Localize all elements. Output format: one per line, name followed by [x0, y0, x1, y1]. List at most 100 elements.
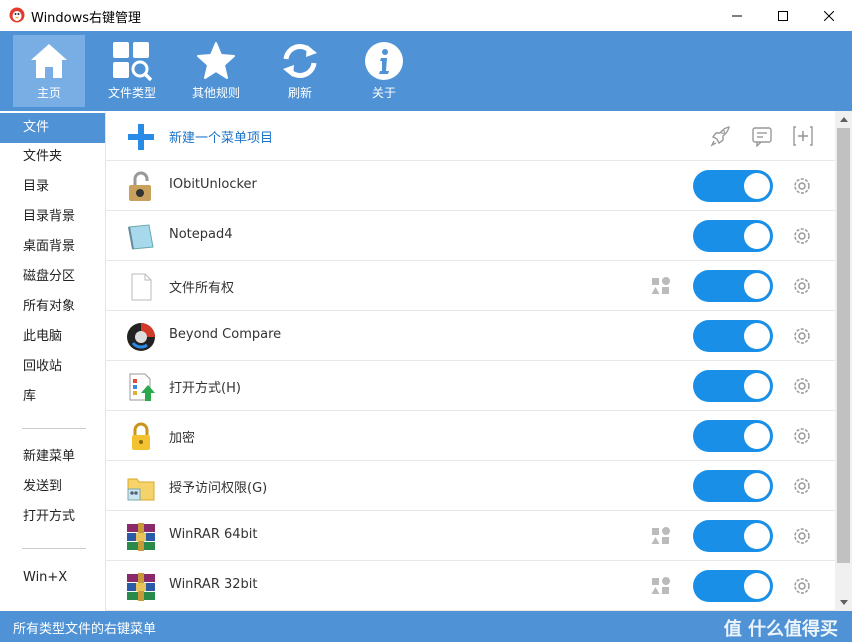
enable-toggle[interactable]	[693, 570, 773, 602]
menu-item-label: IObitUnlocker	[169, 177, 257, 192]
maximize-icon	[778, 10, 788, 21]
window-title: Windows右键管理	[31, 11, 142, 26]
sidebar-divider	[22, 428, 86, 429]
close-button[interactable]	[806, 0, 852, 31]
menu-item-row: WinRAR 64bit	[106, 511, 835, 561]
notepad-icon	[128, 224, 154, 250]
menu-item-label: WinRAR 32bit	[169, 577, 258, 592]
sidebar-item-this-pc[interactable]: 此电脑	[0, 322, 105, 352]
rocket-icon[interactable]	[709, 125, 731, 147]
enable-toggle[interactable]	[693, 170, 773, 202]
beyond-compare-icon	[127, 323, 155, 351]
menu-item-row: Beyond Compare	[106, 311, 835, 361]
vertical-scrollbar[interactable]	[835, 111, 852, 611]
star-icon	[197, 42, 235, 79]
share-access-icon	[127, 478, 155, 501]
shapes-icon	[651, 577, 670, 594]
menu-item-label: Notepad4	[169, 227, 233, 242]
toolbar: 主页 文件类型 其他规则 刷新 关于	[0, 31, 852, 111]
tool-about-label: 关于	[371, 86, 396, 100]
gear-icon[interactable]	[792, 476, 812, 496]
menu-item-row: 加密	[106, 411, 835, 461]
menu-item-label: 授予访问权限(G)	[169, 481, 268, 496]
sidebar-item-recycle-bin[interactable]: 回收站	[0, 352, 105, 382]
tool-home-label: 主页	[36, 86, 61, 100]
refresh-icon	[283, 44, 317, 78]
menu-item-label: 文件所有权	[169, 281, 235, 296]
app-logo-icon	[9, 7, 25, 23]
enable-toggle[interactable]	[693, 320, 773, 352]
sidebar-item-file[interactable]: 文件	[0, 113, 105, 143]
winrar-icon	[127, 573, 155, 601]
enable-toggle[interactable]	[693, 370, 773, 402]
menu-item-row: IObitUnlocker	[106, 161, 835, 211]
blank-file-icon	[131, 273, 152, 301]
winrar-icon	[127, 523, 155, 551]
enable-toggle[interactable]	[693, 220, 773, 252]
gear-icon[interactable]	[792, 376, 812, 396]
minimize-button[interactable]	[714, 0, 760, 31]
menu-item-row: 打开方式(H)	[106, 361, 835, 411]
open-with-icon	[129, 373, 155, 401]
sidebar: 文件 文件夹 目录 目录背景 桌面背景 磁盘分区 所有对象 此电脑 回收站 库 …	[0, 111, 106, 611]
plus-icon	[128, 124, 154, 150]
gear-icon[interactable]	[792, 526, 812, 546]
sidebar-item-all-objects[interactable]: 所有对象	[0, 292, 105, 322]
gear-icon[interactable]	[792, 226, 812, 246]
menu-item-label: Beyond Compare	[169, 327, 282, 342]
gear-icon[interactable]	[792, 176, 812, 196]
app-window: Windows右键管理 主页 文件类型 其他规则 刷新 关于 文件 文件夹 目录…	[0, 0, 852, 642]
minimize-icon	[732, 15, 742, 16]
enable-toggle[interactable]	[693, 270, 773, 302]
tool-about[interactable]: 关于	[348, 35, 420, 107]
menu-item-row: 授予访问权限(G)	[106, 461, 835, 511]
sidebar-item-directory-bg[interactable]: 目录背景	[0, 202, 105, 232]
watermark: 值 什么值得买	[723, 619, 838, 640]
padlock-icon	[132, 422, 150, 450]
tool-home[interactable]: 主页	[13, 35, 85, 107]
maximize-button[interactable]	[760, 0, 806, 31]
sidebar-item-drive[interactable]: 磁盘分区	[0, 262, 105, 292]
new-menu-item-row[interactable]: 新建一个菜单项目	[106, 111, 835, 161]
tool-refresh-label: 刷新	[287, 86, 312, 100]
close-icon	[824, 10, 834, 21]
info-icon	[365, 42, 403, 80]
menu-item-label: 打开方式(H)	[169, 381, 241, 396]
sidebar-item-library[interactable]: 库	[0, 382, 105, 412]
tool-other-rules[interactable]: 其他规则	[180, 35, 252, 107]
home-icon	[31, 44, 67, 78]
scroll-down-icon[interactable]	[835, 594, 852, 611]
shapes-icon	[651, 277, 670, 294]
sidebar-item-desktop-bg[interactable]: 桌面背景	[0, 232, 105, 262]
enable-toggle[interactable]	[693, 520, 773, 552]
sidebar-item-send-to[interactable]: 发送到	[0, 472, 105, 502]
sidebar-item-directory[interactable]: 目录	[0, 172, 105, 202]
tool-file-types-label: 文件类型	[107, 86, 156, 100]
sidebar-divider	[22, 548, 86, 549]
enable-toggle[interactable]	[693, 420, 773, 452]
sidebar-item-winx[interactable]: Win+X	[0, 563, 105, 593]
status-text: 所有类型文件的右键菜单	[13, 622, 157, 637]
gear-icon[interactable]	[792, 576, 812, 596]
menu-item-row: Notepad4	[106, 211, 835, 261]
new-menu-item-label: 新建一个菜单项目	[169, 131, 274, 146]
add-item-icon[interactable]	[792, 125, 814, 147]
sidebar-item-open-with[interactable]: 打开方式	[0, 502, 105, 532]
menu-item-row: WinRAR 32bit	[106, 561, 835, 611]
add-note-icon[interactable]	[751, 125, 773, 147]
scroll-up-icon[interactable]	[835, 111, 852, 128]
gear-icon[interactable]	[792, 426, 812, 446]
gear-icon[interactable]	[792, 276, 812, 296]
scroll-thumb[interactable]	[837, 128, 850, 563]
sidebar-item-new-menu[interactable]: 新建菜单	[0, 442, 105, 472]
menu-item-row: 文件所有权	[106, 261, 835, 311]
sidebar-item-folder[interactable]: 文件夹	[0, 142, 105, 172]
tool-refresh[interactable]: 刷新	[264, 35, 336, 107]
tool-file-types[interactable]: 文件类型	[96, 35, 168, 107]
gear-icon[interactable]	[792, 326, 812, 346]
shapes-icon	[651, 527, 670, 544]
lock-open-icon	[129, 171, 151, 201]
grid-search-icon	[113, 42, 152, 81]
enable-toggle[interactable]	[693, 470, 773, 502]
status-bar: 所有类型文件的右键菜单 值 什么值得买	[0, 611, 852, 642]
